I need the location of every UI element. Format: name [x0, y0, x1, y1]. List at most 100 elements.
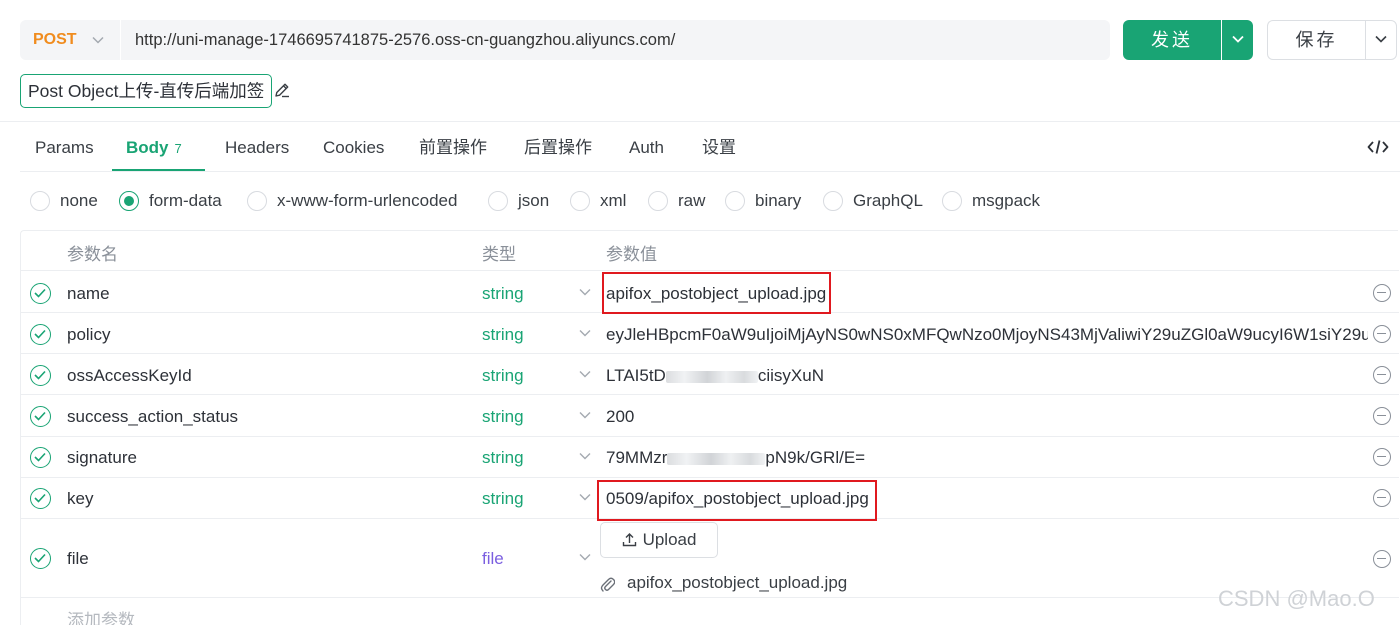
row-divider [21, 477, 1399, 478]
save-options-button[interactable] [1365, 20, 1397, 60]
chevron-down-icon[interactable] [92, 20, 104, 60]
radio-json[interactable]: json [488, 189, 549, 213]
remove-row-icon[interactable] [1373, 284, 1391, 302]
radio-circle [488, 191, 508, 211]
check-icon [34, 329, 46, 339]
check-icon [34, 288, 46, 298]
radio-binary[interactable]: binary [725, 189, 801, 213]
param-name[interactable]: policy [67, 325, 110, 345]
remove-row-icon[interactable] [1373, 489, 1391, 507]
value-visible-part: LTAI5tD [606, 366, 666, 385]
param-type[interactable]: string [482, 407, 524, 427]
remove-row-icon[interactable] [1373, 407, 1391, 425]
radio-circle [823, 191, 843, 211]
param-type[interactable]: string [482, 366, 524, 386]
param-type[interactable]: string [482, 284, 524, 304]
check-icon [34, 370, 46, 380]
radio-circle [30, 191, 50, 211]
row-enabled-checkbox[interactable] [30, 447, 51, 468]
radio-label: xml [600, 191, 627, 210]
radio-label: form-data [149, 191, 222, 210]
chevron-down-icon[interactable] [579, 370, 591, 378]
send-options-button[interactable] [1222, 20, 1253, 60]
param-name[interactable]: success_action_status [67, 407, 238, 427]
row-enabled-checkbox[interactable] [30, 548, 51, 569]
radio-msgpack[interactable]: msgpack [942, 189, 1040, 213]
radio-raw[interactable]: raw [648, 189, 705, 213]
attached-file-name[interactable]: apifox_postobject_upload.jpg [627, 573, 847, 593]
url-input[interactable]: http://uni-manage-1746695741875-2576.oss… [135, 20, 675, 60]
remove-row-icon[interactable] [1373, 448, 1391, 466]
chevron-down-icon[interactable] [579, 329, 591, 337]
chevron-down-icon[interactable] [579, 288, 591, 296]
radio-graphql[interactable]: GraphQL [823, 189, 923, 213]
request-name-field[interactable]: Post Object上传-直传后端加签 [20, 74, 273, 108]
radio-x-www-form-urlencoded[interactable]: x-www-form-urlencoded [247, 189, 457, 213]
row-enabled-checkbox[interactable] [30, 283, 51, 304]
remove-row-icon[interactable] [1373, 550, 1391, 568]
tab-post-operations[interactable]: 后置操作 [524, 128, 592, 168]
radio-circle [648, 191, 668, 211]
count-badge: 7 [174, 141, 182, 156]
remove-row-icon[interactable] [1373, 366, 1391, 384]
param-type[interactable]: string [482, 448, 524, 468]
send-button[interactable]: 发送 [1123, 20, 1221, 60]
upload-label: Upload [642, 530, 697, 549]
tab-settings[interactable]: 设置 [702, 128, 736, 168]
check-icon [34, 411, 46, 421]
save-button[interactable]: 保存 [1267, 20, 1365, 60]
radio-circle [119, 191, 139, 211]
radio-none[interactable]: none [30, 189, 98, 213]
param-value[interactable]: LTAI5tD ciisyXuN [606, 366, 824, 386]
add-param-input[interactable]: 添加参数 [67, 606, 135, 625]
redacted-area [665, 370, 758, 383]
radio-label: none [60, 191, 98, 210]
remove-row-icon[interactable] [1373, 325, 1391, 343]
check-icon [34, 493, 46, 503]
edit-icon[interactable] [273, 81, 291, 99]
param-name[interactable]: ossAccessKeyId [67, 366, 192, 386]
radio-circle [570, 191, 590, 211]
tab-pre-operations[interactable]: 前置操作 [419, 128, 487, 168]
column-header-type: 类型 [482, 245, 516, 264]
value-visible-part: pN9k/GRl/E= [765, 448, 866, 467]
chevron-down-icon [1375, 35, 1387, 43]
row-enabled-checkbox[interactable] [30, 406, 51, 427]
row-enabled-checkbox[interactable] [30, 324, 51, 345]
chevron-down-icon[interactable] [579, 411, 591, 419]
request-bar: POST http://uni-manage-1746695741875-257… [20, 20, 1110, 60]
row-enabled-checkbox[interactable] [30, 365, 51, 386]
param-name[interactable]: key [67, 489, 93, 509]
radio-form-data[interactable]: form-data [119, 189, 222, 213]
tab-auth[interactable]: Auth [629, 128, 664, 168]
tab-headers[interactable]: Headers [225, 128, 289, 168]
param-name[interactable]: file [67, 549, 89, 569]
row-divider [21, 353, 1399, 354]
radio-xml[interactable]: xml [570, 189, 626, 213]
chevron-down-icon[interactable] [579, 553, 591, 561]
param-type[interactable]: file [482, 549, 504, 569]
tab-params[interactable]: Params [35, 128, 94, 168]
tab-cookies[interactable]: Cookies [323, 128, 384, 168]
redacted-area [667, 452, 766, 465]
param-type[interactable]: string [482, 325, 524, 345]
param-value[interactable]: eyJleHBpcmF0aW9uIjoiMjAyNS0wNS0xMFQwNzo0… [606, 325, 1368, 345]
method-select[interactable]: POST [33, 20, 77, 60]
param-value[interactable]: 200 [606, 407, 634, 427]
row-divider [21, 270, 1399, 271]
chevron-down-icon[interactable] [579, 452, 591, 460]
divider [0, 121, 1400, 122]
param-value[interactable]: 79MMzr pN9k/GRl/E= [606, 448, 865, 468]
param-name[interactable]: name [67, 284, 110, 304]
tab-label: Body [126, 138, 169, 157]
chevron-down-icon [1232, 35, 1244, 43]
paperclip-icon [600, 577, 615, 592]
param-name[interactable]: signature [67, 448, 137, 468]
upload-button[interactable]: Upload [600, 522, 718, 558]
code-icon[interactable] [1367, 139, 1389, 155]
chevron-down-icon[interactable] [579, 493, 591, 501]
tab-body[interactable]: Body 7 [126, 128, 182, 168]
radio-circle [942, 191, 962, 211]
row-enabled-checkbox[interactable] [30, 488, 51, 509]
param-type[interactable]: string [482, 489, 524, 509]
